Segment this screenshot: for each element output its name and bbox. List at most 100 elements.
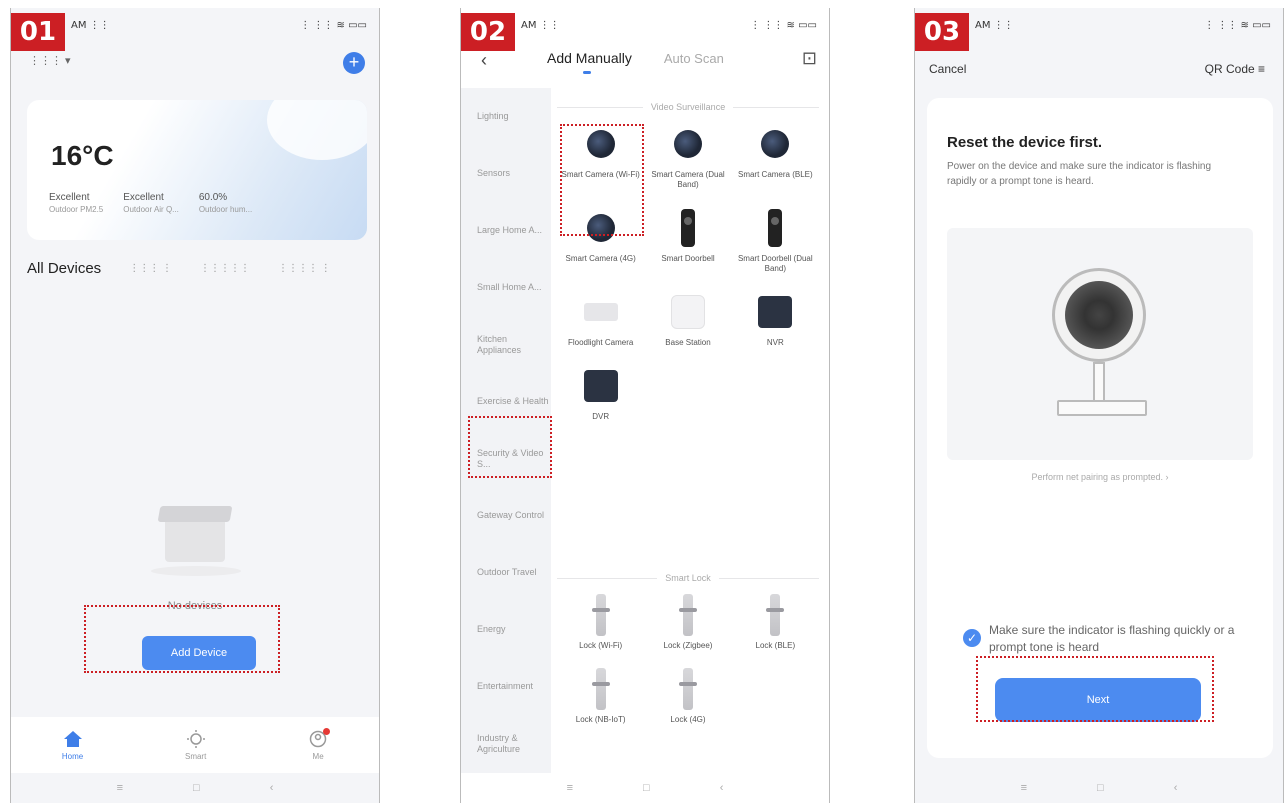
home-icon: [63, 730, 82, 747]
status-icons: ⋮ ⋮⋮ ≋ ▭▭: [750, 20, 817, 31]
home-selector[interactable]: ⋮⋮⋮ ▾: [29, 54, 71, 67]
camera-icon: [757, 122, 793, 166]
category-item[interactable]: Small Home A...: [461, 259, 551, 316]
step-badge-1: 01: [11, 13, 65, 51]
sun-icon: [186, 729, 205, 748]
device-type-item[interactable]: Smart Camera (Dual Band): [644, 122, 731, 190]
reset-description: Power on the device and make sure the in…: [947, 161, 1212, 187]
device-type-item[interactable]: NVR: [732, 290, 819, 348]
menu-icon[interactable]: ≡: [1021, 782, 1027, 794]
device-grid: Lock (Wi-Fi) Lock (Zigbee) Lock (BLE) Lock …: [557, 593, 819, 725]
category-item[interactable]: Entertainment: [461, 658, 551, 715]
tab-me[interactable]: Me: [308, 727, 331, 761]
menu-icon[interactable]: ≡: [567, 782, 573, 794]
status-bar: AM ⋮⋮ ⋮ ⋮⋮ ≋ ▭▭: [71, 20, 367, 38]
device-type-item[interactable]: Smart Doorbell (Dual Band): [732, 206, 819, 274]
camera-icon: [670, 122, 706, 166]
weather-stat: 60.0% Outdoor hum...: [199, 192, 252, 214]
device-type-item[interactable]: Floodlight Camera: [557, 290, 644, 348]
category-item[interactable]: Industry & Agriculture: [461, 715, 551, 772]
smart-lock-section: Smart Lock Lock (Wi-Fi) Lock (Zigbee) Lock…: [557, 573, 819, 725]
notification-dot: [323, 727, 331, 735]
category-item[interactable]: Lighting: [461, 88, 551, 145]
qr-code-button[interactable]: QR Code ≡: [1205, 62, 1265, 76]
weather-card[interactable]: 16°C Excellent Outdoor PM2.5 Excellent O…: [27, 100, 367, 240]
device-type-item[interactable]: Base Station: [644, 290, 731, 348]
highlight-add-device: [84, 605, 280, 673]
tab-label: Me: [312, 751, 324, 761]
bottom-tab-bar: Home Smart Me: [11, 717, 379, 773]
system-nav: ≡ □ ‹: [11, 773, 379, 803]
check-icon[interactable]: ✓: [963, 629, 981, 647]
highlight-smart-camera: [560, 124, 644, 236]
device-type-item[interactable]: Smart Camera (BLE): [732, 122, 819, 190]
room-tab[interactable]: ⋮⋮⋮⋮ ⋮: [278, 263, 331, 274]
device-type-item[interactable]: Lock (BLE): [732, 593, 819, 651]
lock-icon: [757, 593, 793, 637]
device-type-item[interactable]: Lock (NB-IoT): [557, 667, 644, 725]
device-type-item[interactable]: Lock (4G): [644, 667, 731, 725]
tab-auto-scan[interactable]: Auto Scan: [664, 51, 724, 66]
base-icon: [670, 290, 706, 334]
back-arrow-icon[interactable]: ‹: [481, 50, 487, 71]
device-type-item[interactable]: Lock (Wi-Fi): [557, 593, 644, 651]
tab-label: Smart: [184, 751, 207, 761]
device-type-label: Lock (Zigbee): [663, 641, 713, 650]
system-nav: ≡ □ ‹: [915, 773, 1283, 803]
home-nav-icon[interactable]: □: [1097, 782, 1104, 794]
highlight-next-button: [976, 656, 1214, 722]
category-item[interactable]: Large Home A...: [461, 202, 551, 259]
weather-stats: Excellent Outdoor PM2.5 Excellent Outdoo…: [49, 192, 252, 214]
back-nav-icon[interactable]: ‹: [1174, 782, 1178, 794]
category-item[interactable]: Gateway Control: [461, 487, 551, 544]
category-item[interactable]: Energy: [461, 601, 551, 658]
device-type-label: Lock (BLE): [755, 641, 796, 650]
all-devices-tab[interactable]: All Devices: [27, 260, 101, 277]
perform-pairing-link[interactable]: Perform net pairing as prompted. ›: [927, 472, 1273, 482]
confirm-row[interactable]: ✓ Make sure the indicator is flashing qu…: [963, 622, 1259, 657]
tab-label: Home: [61, 751, 84, 761]
flood-icon: [583, 290, 619, 334]
device-type-label: Lock (4G): [670, 715, 706, 724]
cloud-icon: [267, 100, 367, 160]
room-tab[interactable]: ⋮⋮⋮⋮⋮: [200, 263, 250, 274]
doorbell-icon: [757, 206, 793, 250]
status-bar: AM ⋮⋮ ⋮ ⋮⋮ ≋ ▭▭: [975, 20, 1271, 38]
stat-label: Outdoor hum...: [198, 205, 253, 214]
add-plus-icon[interactable]: +: [343, 52, 365, 74]
home-nav-icon[interactable]: □: [193, 782, 200, 794]
status-time: AM ⋮⋮: [521, 20, 560, 31]
room-tab[interactable]: ⋮⋮⋮ ⋮: [129, 263, 172, 274]
status-bar: AM ⋮⋮ ⋮ ⋮⋮ ≋ ▭▭: [521, 20, 817, 38]
stat-label: Outdoor Air Q...: [123, 205, 179, 214]
device-type-label: Base Station: [665, 338, 711, 347]
device-type-item[interactable]: Smart Doorbell: [644, 206, 731, 274]
devices-header: All Devices ⋮⋮⋮ ⋮ ⋮⋮⋮⋮⋮ ⋮⋮⋮⋮ ⋮: [27, 260, 363, 277]
category-item[interactable]: Sensors: [461, 145, 551, 202]
tab-home[interactable]: Home: [62, 730, 83, 761]
status-icons: ⋮ ⋮⋮ ≋ ▭▭: [1204, 20, 1271, 31]
menu-icon[interactable]: ≡: [117, 782, 123, 794]
device-type-label: Smart Camera (Dual Band): [651, 170, 725, 189]
device-type-item[interactable]: Lock (Zigbee): [644, 593, 731, 651]
device-type-label: Smart Doorbell (Dual Band): [737, 254, 813, 273]
lock-icon: [583, 593, 619, 637]
step-badge-3: 03: [915, 13, 969, 51]
back-nav-icon[interactable]: ‹: [270, 782, 274, 794]
highlight-security-category: [468, 416, 552, 478]
device-type-item[interactable]: DVR: [557, 364, 644, 422]
stat-label: Outdoor PM2.5: [49, 205, 104, 214]
tab-smart[interactable]: Smart: [184, 729, 207, 761]
screen-home: 01 AM ⋮⋮ ⋮ ⋮⋮ ≋ ▭▭ ⋮⋮⋮ ▾ + 16°C Excellen…: [10, 8, 380, 803]
cancel-button[interactable]: Cancel: [929, 62, 966, 76]
tab-add-manually[interactable]: Add Manually: [547, 50, 632, 74]
scan-icon[interactable]: ⊡: [802, 48, 817, 69]
category-item[interactable]: Kitchen Appliances: [461, 316, 551, 373]
nvr-icon: [583, 364, 619, 408]
device-type-label: Lock (NB-IoT): [575, 715, 626, 724]
stat-value: 60.0%: [198, 192, 228, 203]
empty-box-icon: [151, 488, 241, 578]
back-nav-icon[interactable]: ‹: [720, 782, 724, 794]
category-item[interactable]: Outdoor Travel: [461, 544, 551, 601]
home-nav-icon[interactable]: □: [643, 782, 650, 794]
